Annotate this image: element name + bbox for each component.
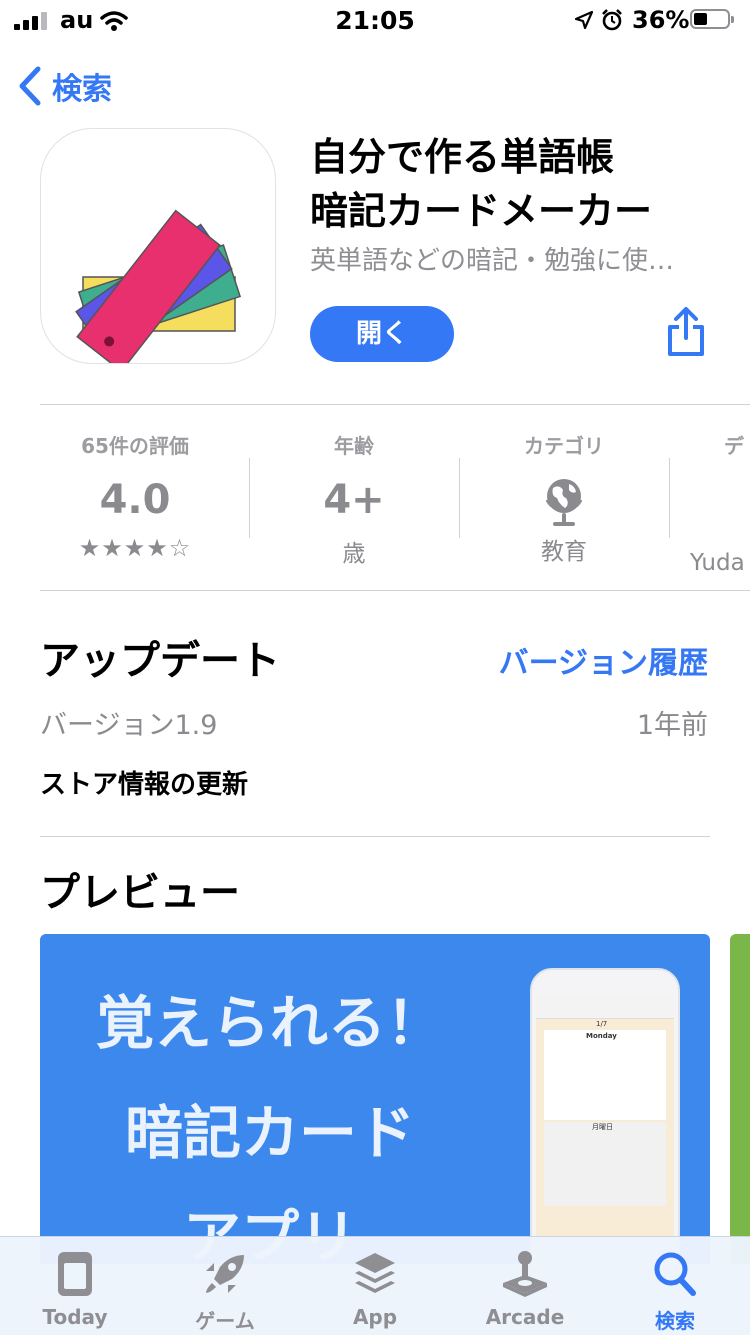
version-label: バージョン1.9 — [40, 710, 218, 741]
tab-search[interactable]: 検索 — [600, 1237, 750, 1335]
divider — [40, 590, 750, 591]
age-unit: 歳 — [342, 541, 366, 567]
tab-search-label: 検索 — [655, 1309, 695, 1333]
preview-screenshot[interactable]: 覚えられる！ 暗記カード アプリ 1/7 Monday 月曜日 — [40, 934, 710, 1264]
preview-heading: プレビュー — [40, 870, 240, 916]
tab-arcade-label: Arcade — [485, 1305, 565, 1329]
chevron-left-icon — [19, 66, 41, 106]
card-front: Monday — [586, 1032, 617, 1040]
location-icon — [574, 10, 594, 30]
category-value: 教育 — [541, 539, 587, 565]
developer-name: Yuda — [690, 550, 745, 576]
preview-line2: 暗記カード — [124, 1099, 415, 1167]
app-title-line2: 暗記カードメーカー — [310, 189, 653, 233]
category-label: カテゴリ — [524, 434, 604, 458]
preview-screenshot-next[interactable] — [730, 934, 750, 1264]
ratings-count: 65件の評価 — [81, 434, 189, 458]
rating-stars: ★★★★☆ — [78, 534, 192, 562]
card-counter: 1/7 — [596, 1020, 608, 1028]
age-value: 4+ — [323, 477, 385, 523]
update-heading: アップデート — [40, 638, 280, 684]
alarm-icon — [602, 9, 622, 31]
tab-apps[interactable]: App — [300, 1237, 450, 1335]
update-date: 1年前 — [636, 710, 708, 741]
app-title-line1: 自分で作る単語帳 — [310, 135, 615, 179]
tab-today-label: Today — [42, 1305, 108, 1329]
open-button[interactable]: 開く — [310, 306, 454, 362]
tab-arcade[interactable]: Arcade — [450, 1237, 600, 1335]
battery-percent: 36% — [632, 6, 690, 34]
separator — [669, 458, 670, 538]
divider — [40, 404, 750, 405]
battery-icon — [690, 9, 734, 29]
status-bar: au 21:05 36% — [0, 0, 750, 44]
back-button[interactable]: 検索 — [16, 64, 112, 108]
app-icon — [40, 128, 276, 364]
developer-info[interactable]: デ Yuda — [690, 430, 750, 576]
preview-line1: 覚えられる！ — [95, 989, 444, 1057]
tab-games-label: ゲーム — [195, 1309, 255, 1333]
tab-today[interactable]: Today — [0, 1237, 150, 1335]
card-back: 月曜日 — [592, 1123, 613, 1131]
globe-icon — [545, 479, 583, 526]
back-label: 検索 — [52, 72, 112, 107]
version-history-link[interactable]: バージョン履歴 — [499, 638, 708, 682]
ratings-info[interactable]: 65件の評価 4.0 ★★★★☆ — [30, 430, 240, 562]
app-subtitle: 英単語などの暗記・勉強に使… — [310, 246, 675, 276]
rocket-icon — [206, 1255, 244, 1293]
developer-label: デ — [724, 434, 744, 458]
age-label: 年齢 — [334, 434, 374, 458]
share-icon[interactable] — [664, 306, 708, 358]
category-info[interactable]: カテゴリ 教育 — [459, 430, 669, 566]
tab-apps-label: App — [352, 1305, 398, 1329]
rating-value: 4.0 — [99, 477, 171, 523]
release-notes: ストア情報の更新 — [40, 770, 249, 800]
age-info[interactable]: 年齢 4+ 歳 — [249, 430, 459, 568]
search-icon — [654, 1252, 696, 1296]
joystick-icon — [503, 1251, 547, 1297]
phone-mockup: 1/7 Monday 月曜日 — [530, 968, 680, 1264]
tab-games[interactable]: ゲーム — [150, 1237, 300, 1335]
today-icon — [58, 1252, 92, 1296]
layers-icon — [355, 1253, 395, 1293]
tab-bar: Today ゲーム App Arcade 検索 — [0, 1236, 750, 1335]
divider — [40, 836, 710, 837]
app-title: 自分で作る単語帳 暗記カードメーカー — [310, 130, 740, 238]
